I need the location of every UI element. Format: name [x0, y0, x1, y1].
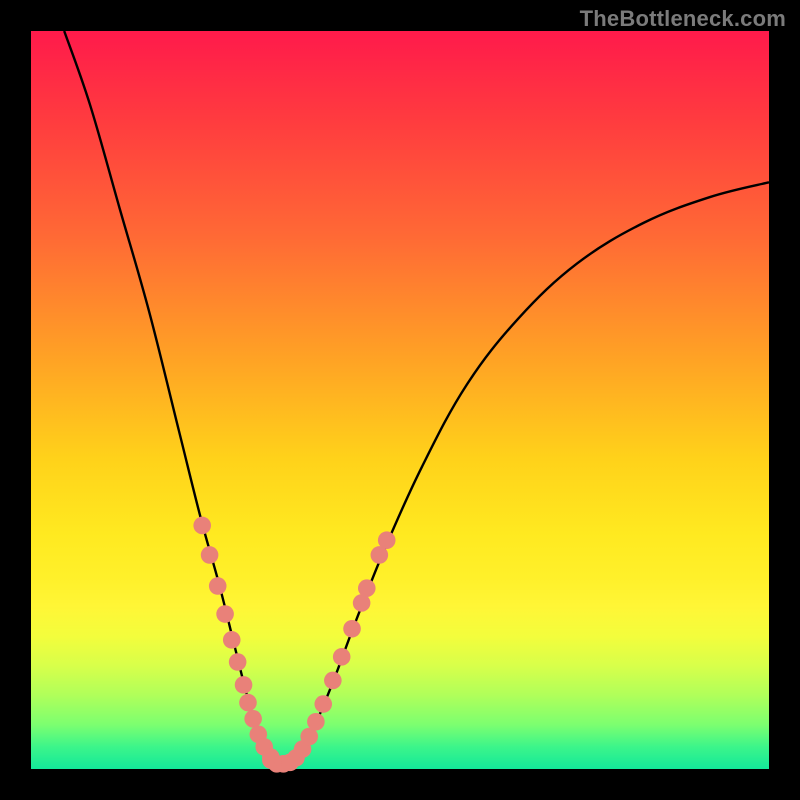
chart-frame: TheBottleneck.com — [0, 0, 800, 800]
data-point — [229, 653, 247, 671]
data-point — [235, 676, 253, 694]
data-point — [216, 605, 234, 623]
bottleneck-curve — [64, 31, 769, 765]
data-point — [307, 713, 325, 731]
data-point — [324, 672, 342, 690]
data-point — [314, 695, 332, 713]
watermark-text: TheBottleneck.com — [580, 6, 786, 32]
data-point — [333, 648, 351, 666]
data-point — [244, 710, 262, 728]
data-point — [193, 517, 211, 535]
data-point — [223, 631, 241, 649]
data-point — [239, 694, 257, 712]
data-points — [193, 517, 395, 773]
data-point — [201, 546, 219, 564]
data-point — [378, 531, 396, 549]
data-point — [358, 579, 376, 597]
data-point — [209, 577, 227, 595]
data-point — [343, 620, 361, 638]
plot-area — [31, 31, 769, 769]
chart-svg — [31, 31, 769, 769]
